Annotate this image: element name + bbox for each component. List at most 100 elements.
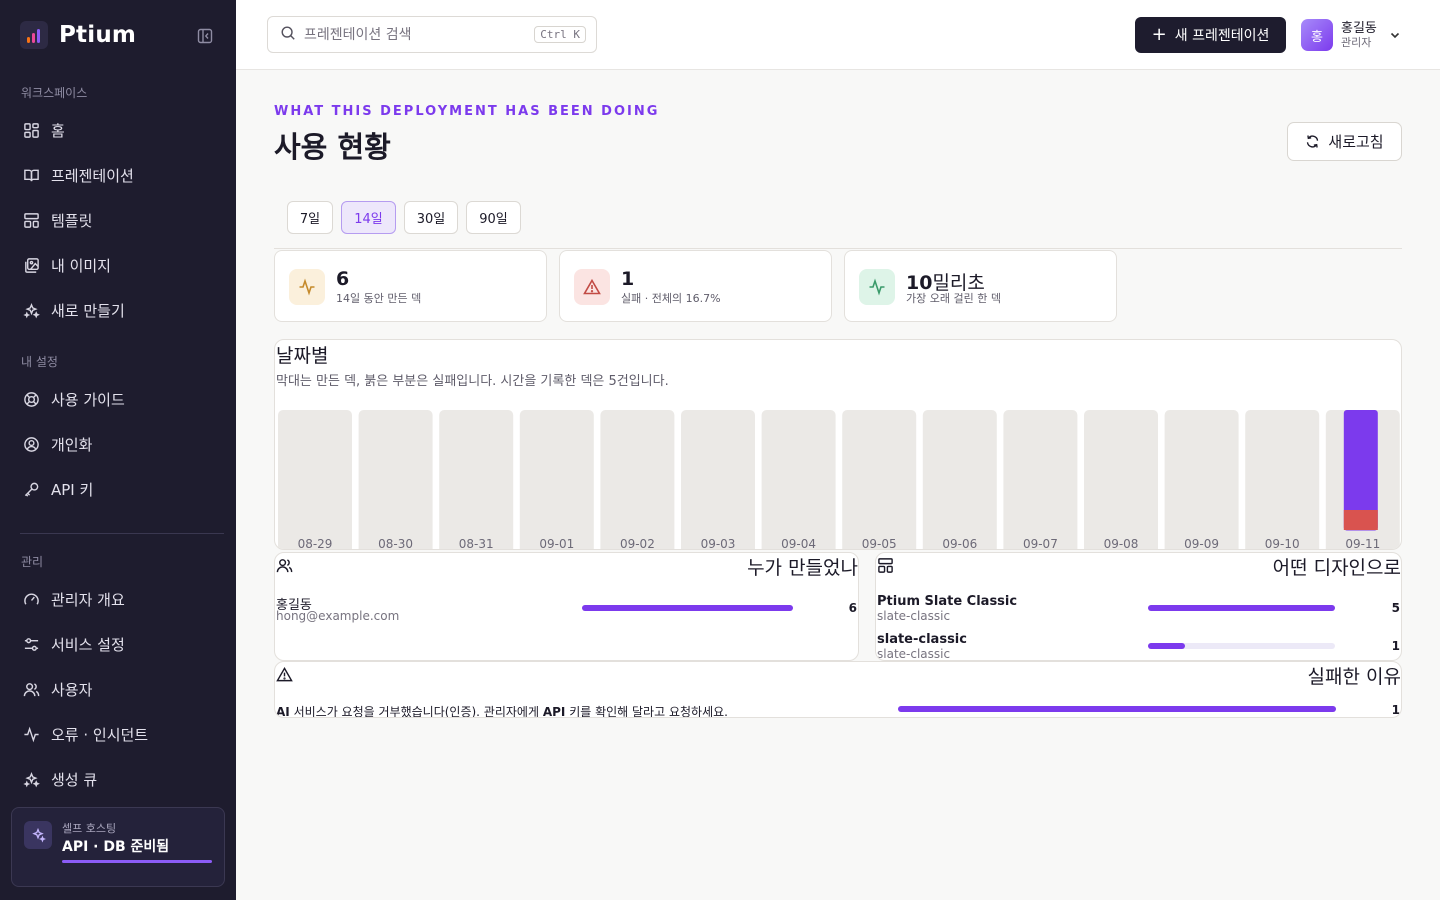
creator-bar-fill [582,605,793,611]
layout-template-icon [877,557,895,575]
sidebar-item-create[interactable]: 새로 만들기 [10,292,226,328]
sidebar-item-label: 서비스 설정 [51,635,125,654]
range-7d-button[interactable]: 7일 [287,201,333,234]
chart-column-bg [600,410,675,549]
sidebar-item-guide[interactable]: 사용 가이드 [10,381,226,417]
plus-icon: + [1151,23,1167,45]
chart-column-bg [358,410,433,549]
chart-tick-label: 09-07 [1023,537,1058,550]
section-label-admin: 관리 [21,555,44,569]
sidebar: Ptium 워크스페이스 홈 프레젠테이션 템플릿 내 이미지 새로 만들기 내… [0,0,236,900]
sidebar-item-generation-queue[interactable]: 생성 큐 [10,761,226,797]
sidebar-item-label: 프레젠테이션 [51,166,134,185]
chart-bar-failed [1343,510,1378,530]
failure-count: 1 [1391,703,1400,717]
brand[interactable]: Ptium [20,20,136,50]
design-bar-track [1148,605,1335,611]
stat-label: 실패 · 전체의 16.7% [621,292,721,305]
design-count: 5 [1391,601,1400,615]
stat-card-longest: 10밀리초 가장 오래 걸린 한 덱 [844,250,1117,322]
brand-name: Ptium [59,22,137,48]
sidebar-divider [20,533,224,534]
sidebar-item-label: 생성 큐 [51,770,98,789]
activity-icon [22,725,40,743]
creator-count: 6 [848,601,857,615]
chart-tick-label: 09-08 [1104,537,1139,550]
sparkles-icon [22,301,40,319]
sidebar-item-my-images[interactable]: 내 이미지 [10,247,226,283]
refresh-button[interactable]: 새로고침 [1287,122,1402,161]
failure-bar-track [898,706,1336,712]
chevron-down-icon [1389,26,1401,45]
stat-value: 6 [336,268,350,290]
chart-column-bg [681,410,755,549]
range-14d-button[interactable]: 14일 [341,201,396,234]
sidebar-item-label: 내 이미지 [51,256,111,275]
avatar: 홍 [1301,19,1333,51]
chart-column-bg [519,410,594,549]
design-slug: slate-classic [877,609,951,623]
sidebar-item-home[interactable]: 홈 [10,112,226,148]
search-input[interactable] [304,26,524,43]
chart-column-bg [842,410,917,549]
layout-template-icon [22,211,40,229]
lifebuoy-icon [22,390,40,408]
sidebar-item-api-keys[interactable]: API 키 [10,471,226,507]
sparkles-icon [22,770,40,788]
sidebar-item-admin-overview[interactable]: 관리자 개요 [10,581,226,617]
panel-title: 어떤 디자인으로 [1272,557,1401,579]
chart-tick-label: 09-02 [620,537,655,550]
deployment-status-card: 셀프 호스팅 API · DB 준비됨 [11,807,225,887]
range-90d-button[interactable]: 90일 [466,201,521,234]
user-menu[interactable]: 홍 홍길동 관리자 [1301,18,1401,52]
sidebar-item-service-settings[interactable]: 서비스 설정 [10,626,226,662]
status-subtitle: 셀프 호스팅 [62,822,117,835]
chart-tick-label: 09-11 [1345,537,1380,550]
design-name: Ptium Slate Classic [877,594,1018,609]
search-icon [280,25,296,45]
stat-card-failures: 1 실패 · 전체의 16.7% [559,250,832,322]
users-icon [22,680,40,698]
stat-card-decks: 6 14일 동안 만든 덱 [274,250,547,322]
sidebar-item-personalize[interactable]: 개인화 [10,426,226,462]
chart-description: 막대는 만든 덱, 붉은 부분은 실패입니다. 시간을 기록한 덱은 5건입니다… [276,374,669,389]
status-bar [62,860,212,863]
sparkles-icon [24,821,52,849]
chart-column-bg [1164,410,1239,549]
failure-bar-fill [898,706,1336,712]
chart-title: 날짜별 [276,345,329,367]
chart-tick-label: 09-05 [862,537,897,550]
refresh-label: 새로고침 [1328,133,1384,151]
sidebar-item-presentations[interactable]: 프레젠테이션 [10,157,226,193]
sidebar-item-label: 관리자 개요 [51,590,125,609]
chart-column-bg [439,410,514,549]
panel-title: 실패한 이유 [1307,666,1401,688]
gauge-icon [22,590,40,608]
section-label-settings: 내 설정 [21,355,58,369]
sidebar-item-label: 오류 · 인시던트 [51,725,149,744]
sidebar-item-errors[interactable]: 오류 · 인시던트 [10,716,226,752]
sidebar-item-label: 새로 만들기 [51,301,125,320]
sidebar-item-templates[interactable]: 템플릿 [10,202,226,238]
search-box[interactable]: Ctrl K [267,16,597,53]
users-icon [276,557,294,575]
new-presentation-button[interactable]: + 새 프레젠테이션 [1135,17,1286,53]
range-30d-button[interactable]: 30일 [404,201,458,234]
sidebar-item-label: 사용자 [51,680,93,699]
design-slug: slate-classic [877,647,951,661]
chart-column-bg [761,410,836,549]
design-bar-fill [1148,643,1186,649]
sidebar-item-users[interactable]: 사용자 [10,671,226,707]
stat-label: 14일 동안 만든 덱 [336,292,422,305]
range-divider [274,248,1402,249]
page-title: 사용 현황 [274,130,391,164]
chart-tick-label: 09-03 [701,537,736,550]
sidebar-collapse-icon[interactable] [196,27,214,45]
sidebar-item-label: 개인화 [51,435,93,454]
panel-title: 누가 만들었나 [747,557,858,579]
chart-tick-label: 09-01 [539,537,574,550]
daily-chart-card: 08-29 08-30 08-31 09-01 09-02 09-03 09-04 09-05… [274,339,1402,550]
chart-column-bg [278,410,352,549]
chart-tick-label: 08-31 [459,537,494,550]
top-bar: Ctrl K + 새 프레젠테이션 홍 홍길동 관리자 [236,0,1440,70]
